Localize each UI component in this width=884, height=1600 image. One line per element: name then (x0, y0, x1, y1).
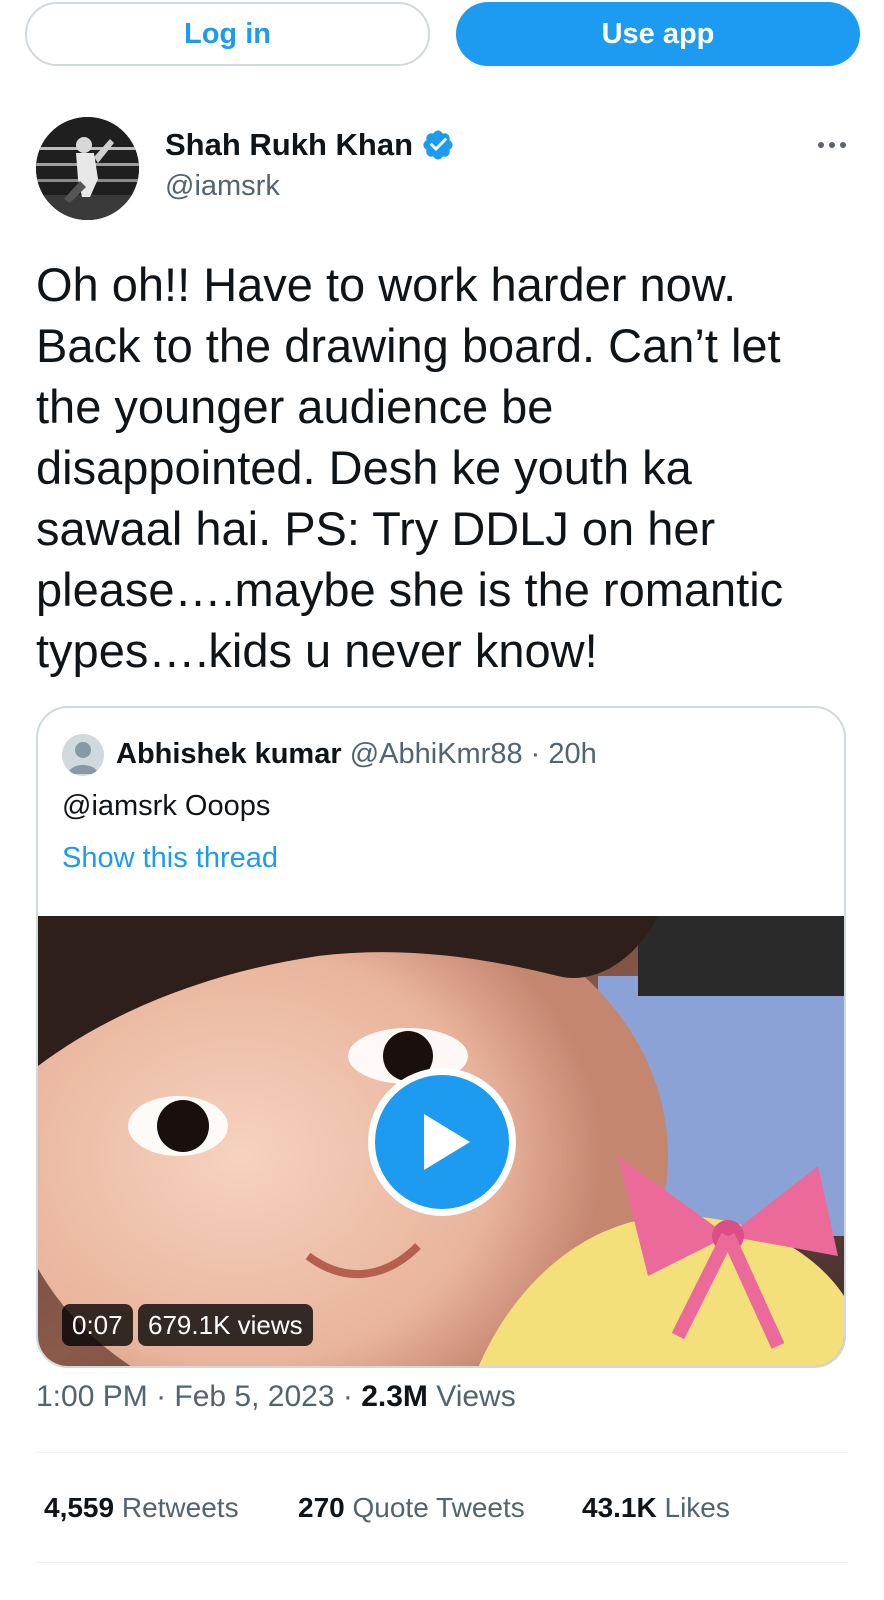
views-label: Views (427, 1380, 516, 1413)
quoted-text: @iamsrk Ooops (62, 790, 271, 822)
quoted-separator: · (522, 738, 549, 770)
retweets-stat[interactable]: 4,559 Retweets (44, 1492, 239, 1524)
quoted-time[interactable]: 20h (548, 738, 596, 770)
show-thread-link[interactable]: Show this thread (62, 842, 278, 875)
more-options-icon[interactable] (812, 130, 852, 160)
meta-separator: · (147, 1380, 175, 1413)
divider (36, 1562, 848, 1563)
meta-separator: · (334, 1380, 362, 1413)
author-avatar[interactable] (36, 117, 139, 220)
video-thumbnail[interactable]: 0:07 679.1K views (38, 916, 844, 1366)
quotes-count: 270 (298, 1492, 345, 1523)
verified-badge-icon (423, 130, 453, 160)
tweet-time[interactable]: 1:00 PM (36, 1380, 148, 1413)
likes-label: Likes (656, 1492, 730, 1523)
video-duration: 0:07 (62, 1304, 133, 1346)
quoted-author-handle: @AbhiKmr88 · 20h (350, 738, 597, 770)
author-name[interactable]: Shah Rukh Khan (165, 127, 455, 163)
video-views: 679.1K views (138, 1304, 313, 1346)
play-icon[interactable] (368, 1068, 516, 1216)
top-bar: Log in Use app (0, 0, 884, 80)
quoted-handle-text: @AbhiKmr88 (349, 738, 523, 770)
quoted-author-name[interactable]: Abhishek kumar (116, 738, 342, 770)
views-count: 2.3M (361, 1380, 428, 1413)
quotes-label: Quote Tweets (344, 1492, 525, 1523)
author-handle[interactable]: @iamsrk (165, 170, 280, 203)
author-name-text: Shah Rukh Khan (165, 127, 414, 162)
tweet-meta: 1:00 PM · Feb 5, 2023 · 2.3M Views (36, 1380, 516, 1414)
tweet-text: Oh oh!! Have to work harder now. Back to… (36, 258, 784, 677)
quoted-avatar[interactable] (62, 734, 104, 776)
use-app-button[interactable]: Use app (456, 2, 860, 66)
login-button[interactable]: Log in (25, 2, 430, 66)
quoted-tweet[interactable]: Abhishek kumar @AbhiKmr88 · 20h @iamsrk … (36, 706, 846, 1368)
quoted-header: Abhishek kumar @AbhiKmr88 · 20h (116, 738, 597, 771)
retweets-label: Retweets (114, 1492, 239, 1523)
retweets-count: 4,559 (44, 1492, 115, 1523)
divider (36, 1452, 848, 1453)
tweet-date[interactable]: Feb 5, 2023 (174, 1380, 334, 1413)
likes-stat[interactable]: 43.1K Likes (582, 1492, 730, 1524)
likes-count: 43.1K (582, 1492, 657, 1523)
quote-tweets-stat[interactable]: 270 Quote Tweets (298, 1492, 525, 1524)
